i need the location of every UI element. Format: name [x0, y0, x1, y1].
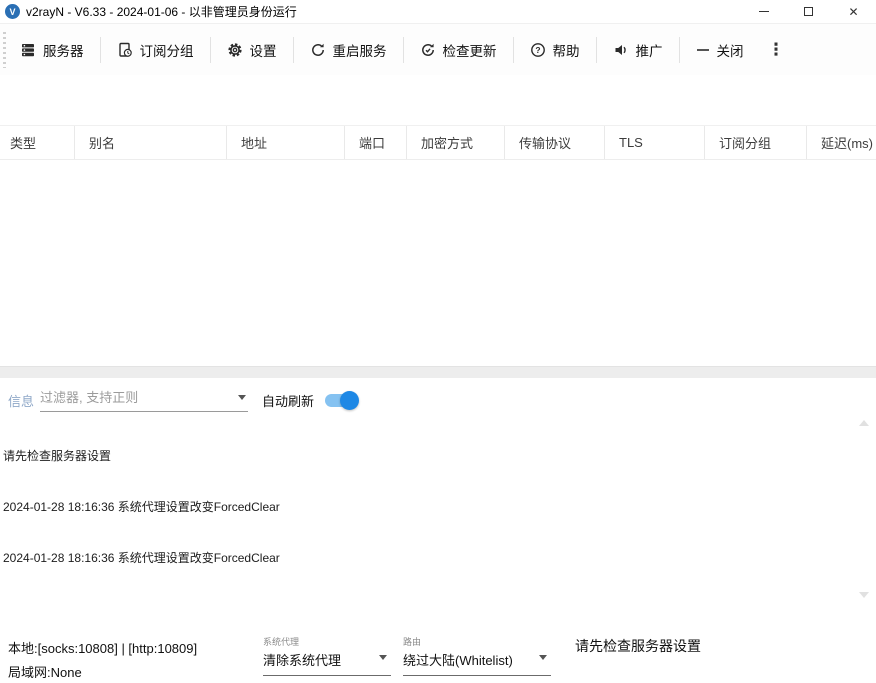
column-header-subscription[interactable]: 订阅分组: [705, 126, 807, 159]
column-header-delay[interactable]: 延迟(ms): [807, 126, 876, 159]
routing-value[interactable]: 绕过大陆(Whitelist): [403, 650, 551, 676]
maximize-icon: [804, 7, 813, 16]
routing-label: 路由: [403, 637, 422, 647]
routing-select[interactable]: 路由 绕过大陆(Whitelist): [403, 635, 551, 676]
help-menu-button[interactable]: ? 帮助: [516, 34, 594, 66]
panel-splitter[interactable]: [0, 366, 876, 378]
scroll-up-icon[interactable]: [859, 420, 869, 426]
status-message: 请先检查服务器设置: [575, 638, 701, 654]
server-filter-bar: 所有 +: [0, 75, 876, 190]
column-header-port[interactable]: 端口: [345, 126, 407, 159]
subscription-group-menu-button[interactable]: 订阅分组: [103, 34, 208, 66]
toolbar-separator: [99, 36, 101, 63]
svg-text:?: ?: [535, 45, 540, 55]
auto-refresh-label: 自动刷新: [262, 394, 315, 409]
check-update-icon: [420, 42, 436, 58]
lan-proxy-status: 局域网:None: [8, 665, 82, 680]
toolbar-separator: [292, 36, 294, 63]
toolbar-separator: [512, 36, 514, 63]
system-proxy-value[interactable]: 清除系统代理: [263, 650, 391, 676]
statusbar: 本地:[socks:10808] | [http:10809] 局域网:None…: [0, 630, 876, 683]
auto-refresh-toggle[interactable]: [325, 391, 359, 410]
minimize-button[interactable]: [741, 0, 786, 23]
local-proxy-status: 本地:[socks:10808] | [http:10809]: [8, 641, 198, 656]
log-line: 2024-01-28 18:16:36 系统代理设置改变ForcedClear: [3, 551, 280, 565]
minus-icon: [696, 43, 710, 57]
promotion-icon: [613, 42, 629, 58]
toggle-knob: [340, 391, 359, 410]
column-header-alias[interactable]: 别名: [75, 126, 227, 159]
chevron-down-icon: [379, 655, 387, 660]
server-icon: [20, 42, 36, 58]
minimize-icon: [758, 11, 769, 12]
maximize-button[interactable]: [786, 0, 831, 23]
log-filter-input[interactable]: [40, 386, 248, 412]
toolbar-separator: [402, 36, 404, 63]
restart-service-label: 重启服务: [332, 43, 387, 59]
titlebar: V v2rayN - V6.33 - 2024-01-06 - 以非管理员身份运…: [0, 0, 876, 23]
log-filter-combobox: [40, 386, 248, 412]
column-header-transport[interactable]: 传输协议: [505, 126, 605, 159]
chevron-down-icon: [539, 655, 547, 660]
promotion-label: 推广: [635, 43, 663, 59]
v2rayn-window: V v2rayN - V6.33 - 2024-01-06 - 以非管理员身份运…: [0, 0, 876, 683]
system-proxy-label: 系统代理: [263, 637, 300, 647]
column-header-address[interactable]: 地址: [227, 126, 345, 159]
toolbar-separator: [595, 36, 597, 63]
check-update-label: 检查更新: [442, 43, 497, 59]
promotion-button[interactable]: 推广: [599, 34, 677, 66]
server-table-header: 类型 别名 地址 端口 加密方式 传输协议 TLS 订阅分组 延迟(ms): [0, 125, 876, 160]
servers-menu-label: 服务器: [43, 43, 84, 59]
log-line: 请先检查服务器设置: [3, 449, 112, 463]
log-panel: 信息 自动刷新 请先检查服务器设置 2024-01-28 18:16:36 系统…: [0, 378, 876, 630]
app-logo-icon: V: [5, 4, 20, 19]
log-output: 请先检查服务器设置 2024-01-28 18:16:36 系统代理设置改变Fo…: [3, 414, 280, 601]
main-toolbar: 服务器 订阅分组 设置 重启服务 检查更新 ? 帮助 推广 关闭 ⋮: [0, 23, 876, 75]
tab-info[interactable]: 信息: [8, 391, 34, 410]
settings-menu-label: 设置: [249, 43, 277, 59]
column-header-encryption[interactable]: 加密方式: [407, 126, 505, 159]
server-table-body-empty: [0, 160, 876, 366]
chevron-down-icon[interactable]: [238, 395, 246, 400]
window-title: v2rayN - V6.33 - 2024-01-06 - 以非管理员身份运行: [26, 5, 297, 19]
check-update-button[interactable]: 检查更新: [406, 34, 511, 66]
restart-service-button[interactable]: 重启服务: [296, 34, 401, 66]
close-icon: ✕: [848, 4, 859, 19]
help-icon: ?: [530, 42, 546, 58]
subscription-icon: [117, 42, 133, 58]
window-controls: ✕: [741, 0, 876, 23]
column-header-tls[interactable]: TLS: [605, 126, 705, 159]
toolbar-separator: [209, 36, 211, 63]
log-line: 2024-01-28 18:16:36 系统代理设置改变ForcedClear: [3, 500, 280, 514]
servers-menu-button[interactable]: 服务器: [6, 34, 98, 66]
restart-icon: [310, 42, 326, 58]
toolbar-separator: [678, 36, 680, 63]
column-header-type[interactable]: 类型: [0, 126, 75, 159]
subscription-group-menu-label: 订阅分组: [139, 43, 194, 59]
scroll-down-icon[interactable]: [859, 592, 869, 598]
gear-icon: [227, 42, 243, 58]
settings-menu-button[interactable]: 设置: [213, 34, 291, 66]
log-panel-header: 信息 自动刷新: [0, 386, 876, 416]
help-menu-label: 帮助: [552, 43, 580, 59]
close-button[interactable]: ✕: [831, 0, 876, 23]
close-app-button[interactable]: 关闭: [682, 34, 758, 66]
more-options-icon[interactable]: ⋮: [758, 40, 795, 60]
close-app-label: 关闭: [716, 43, 744, 59]
system-proxy-select[interactable]: 系统代理 清除系统代理: [263, 635, 391, 676]
